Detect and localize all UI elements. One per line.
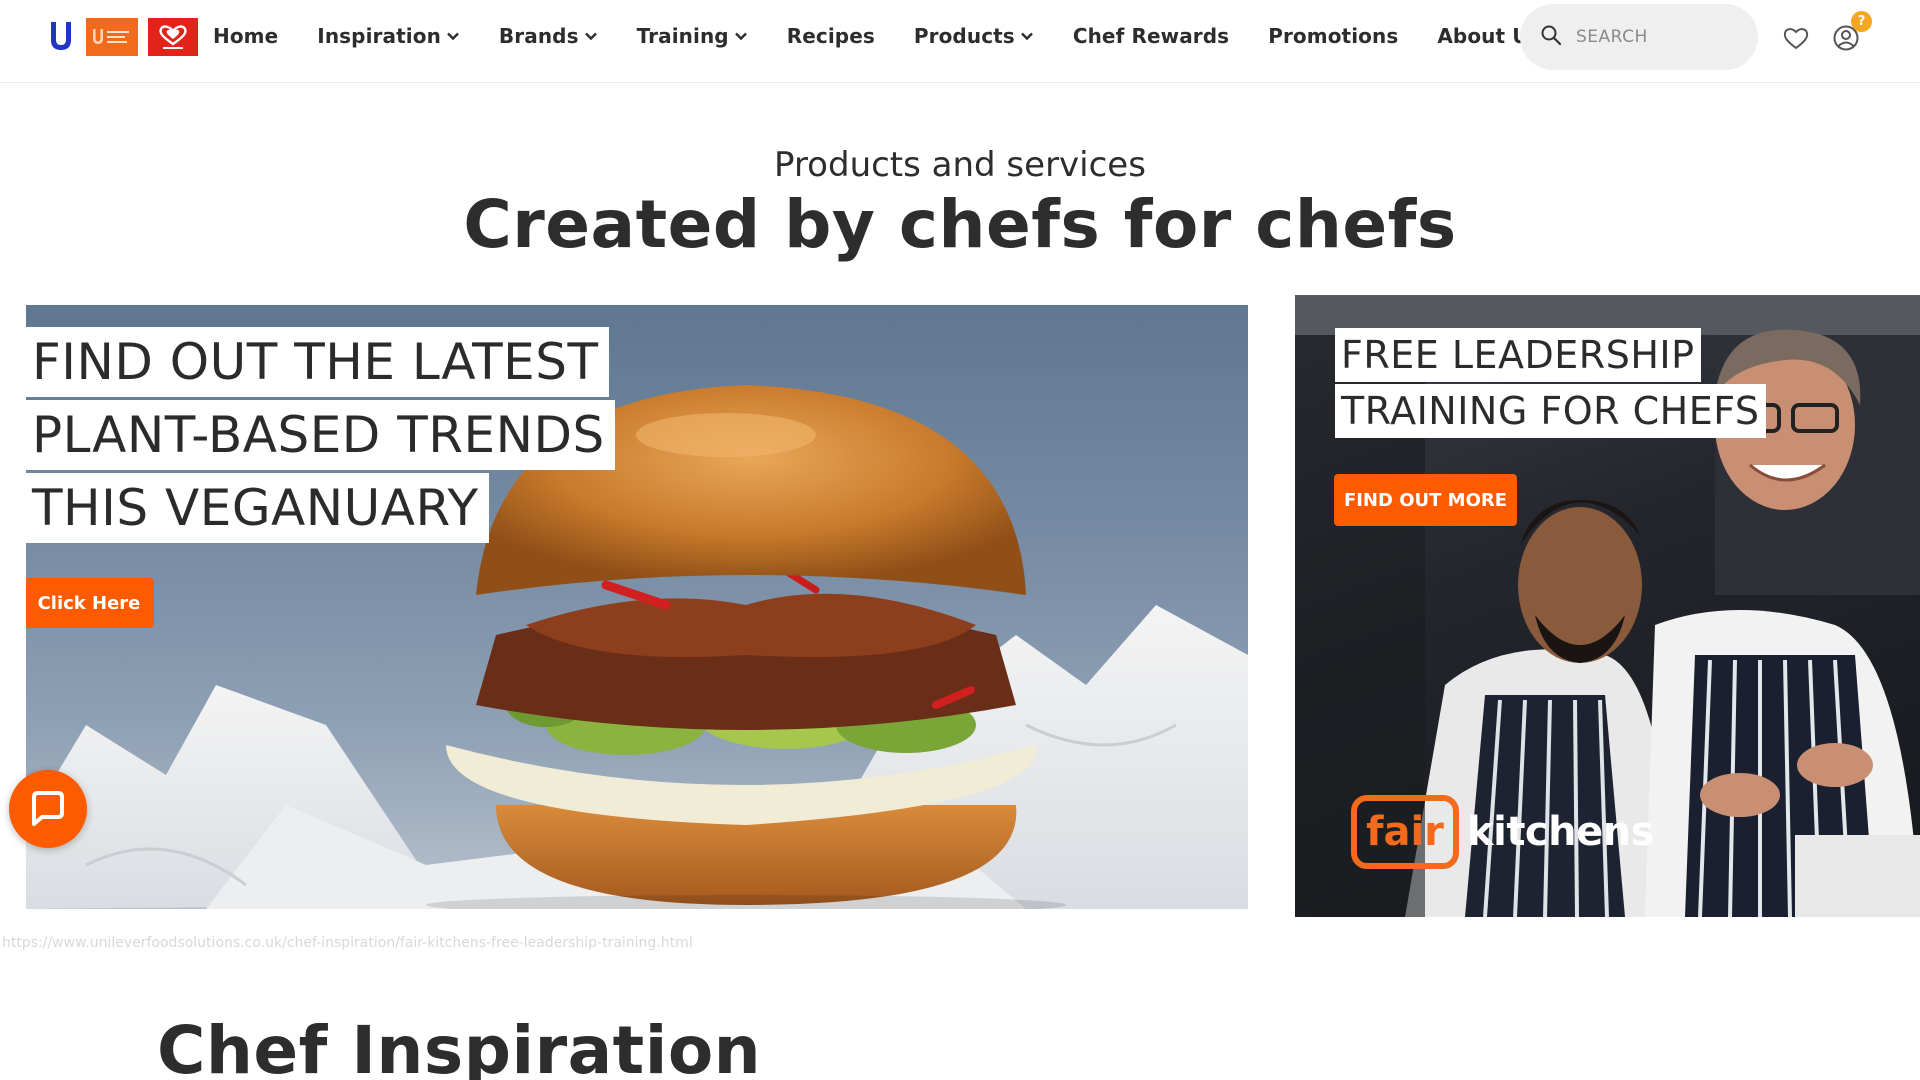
unilever-logo[interactable] (46, 20, 76, 54)
nav-label: Chef Rewards (1072, 24, 1230, 48)
walls-heart-icon (159, 25, 187, 49)
search-box[interactable] (1520, 4, 1758, 70)
promo-headline-line-3: THIS VEGANUARY (26, 473, 489, 543)
chevron-down-icon (1020, 29, 1034, 43)
fair-logo-bubble: fair (1351, 795, 1459, 869)
unilever-logo-icon (51, 22, 71, 50)
nav-item-products[interactable]: Products (914, 24, 1034, 48)
nav-label: Inspiration (317, 24, 441, 48)
chat-button[interactable] (9, 770, 87, 848)
nav-item-home[interactable]: Home (213, 24, 278, 48)
chevron-down-icon (584, 29, 598, 43)
chef-inspiration-heading: Chef Inspiration (157, 1012, 762, 1080)
search-icon[interactable] (1540, 24, 1562, 51)
promo-headline-line-2: PLANT-BASED TRENDS (26, 400, 615, 470)
fair-kitchens-logo: fair kitchens (1351, 795, 1655, 869)
nav-item-chef-rewards[interactable]: Chef Rewards (1073, 24, 1229, 48)
nav-label: Home (213, 24, 279, 48)
click-here-button[interactable]: Click Here (26, 578, 154, 628)
kitchens-logo-text: kitchens (1467, 809, 1655, 855)
ufs-logo[interactable] (86, 18, 138, 56)
nav-item-training[interactable]: Training (637, 24, 748, 48)
walls-logo[interactable] (148, 18, 198, 56)
chevron-down-icon (734, 29, 748, 43)
heart-icon[interactable] (1782, 24, 1810, 52)
nav-label: Brands (498, 24, 579, 48)
nav-label: Promotions (1268, 24, 1399, 48)
nav-label: Products (913, 24, 1015, 48)
find-out-more-button[interactable]: FIND OUT MORE (1334, 474, 1517, 526)
page-title: Created by chefs for chefs (463, 186, 1457, 263)
brand-logos (46, 18, 198, 56)
fair-logo-text: fair (1366, 809, 1444, 855)
veganuary-promo-banner[interactable]: FIND OUT THE LATEST PLANT-BASED TRENDS T… (26, 305, 1248, 909)
nav-item-inspiration[interactable]: Inspiration (317, 24, 460, 48)
nav-item-promotions[interactable]: Promotions (1268, 24, 1398, 48)
training-headline-line-2: TRAINING FOR CHEFS (1335, 384, 1766, 438)
nav-label: Training (636, 24, 729, 48)
promo-headline-line-1: FIND OUT THE LATEST (26, 327, 609, 397)
chat-bubble-icon (32, 791, 64, 826)
nav-item-recipes[interactable]: Recipes (787, 24, 875, 48)
status-bar-url: https://www.unileverfoodsolutions.co.uk/… (2, 935, 693, 951)
section-subtitle: Products and services (774, 145, 1146, 185)
training-headline-line-1: FREE LEADERSHIP (1335, 328, 1701, 382)
nav-item-brands[interactable]: Brands (499, 24, 598, 48)
site-header: Home Inspiration Brands Training Recipes… (0, 0, 1920, 83)
main-nav: Home Inspiration Brands Training Recipes… (213, 24, 1580, 48)
chevron-down-icon (446, 29, 460, 43)
account-badge: ? (1851, 11, 1872, 32)
ufs-logo-icon (93, 29, 129, 44)
nav-label: Recipes (786, 24, 875, 48)
search-input[interactable] (1576, 27, 1746, 47)
fair-kitchens-promo-banner[interactable]: FREE LEADERSHIP TRAINING FOR CHEFS FIND … (1295, 295, 1920, 917)
